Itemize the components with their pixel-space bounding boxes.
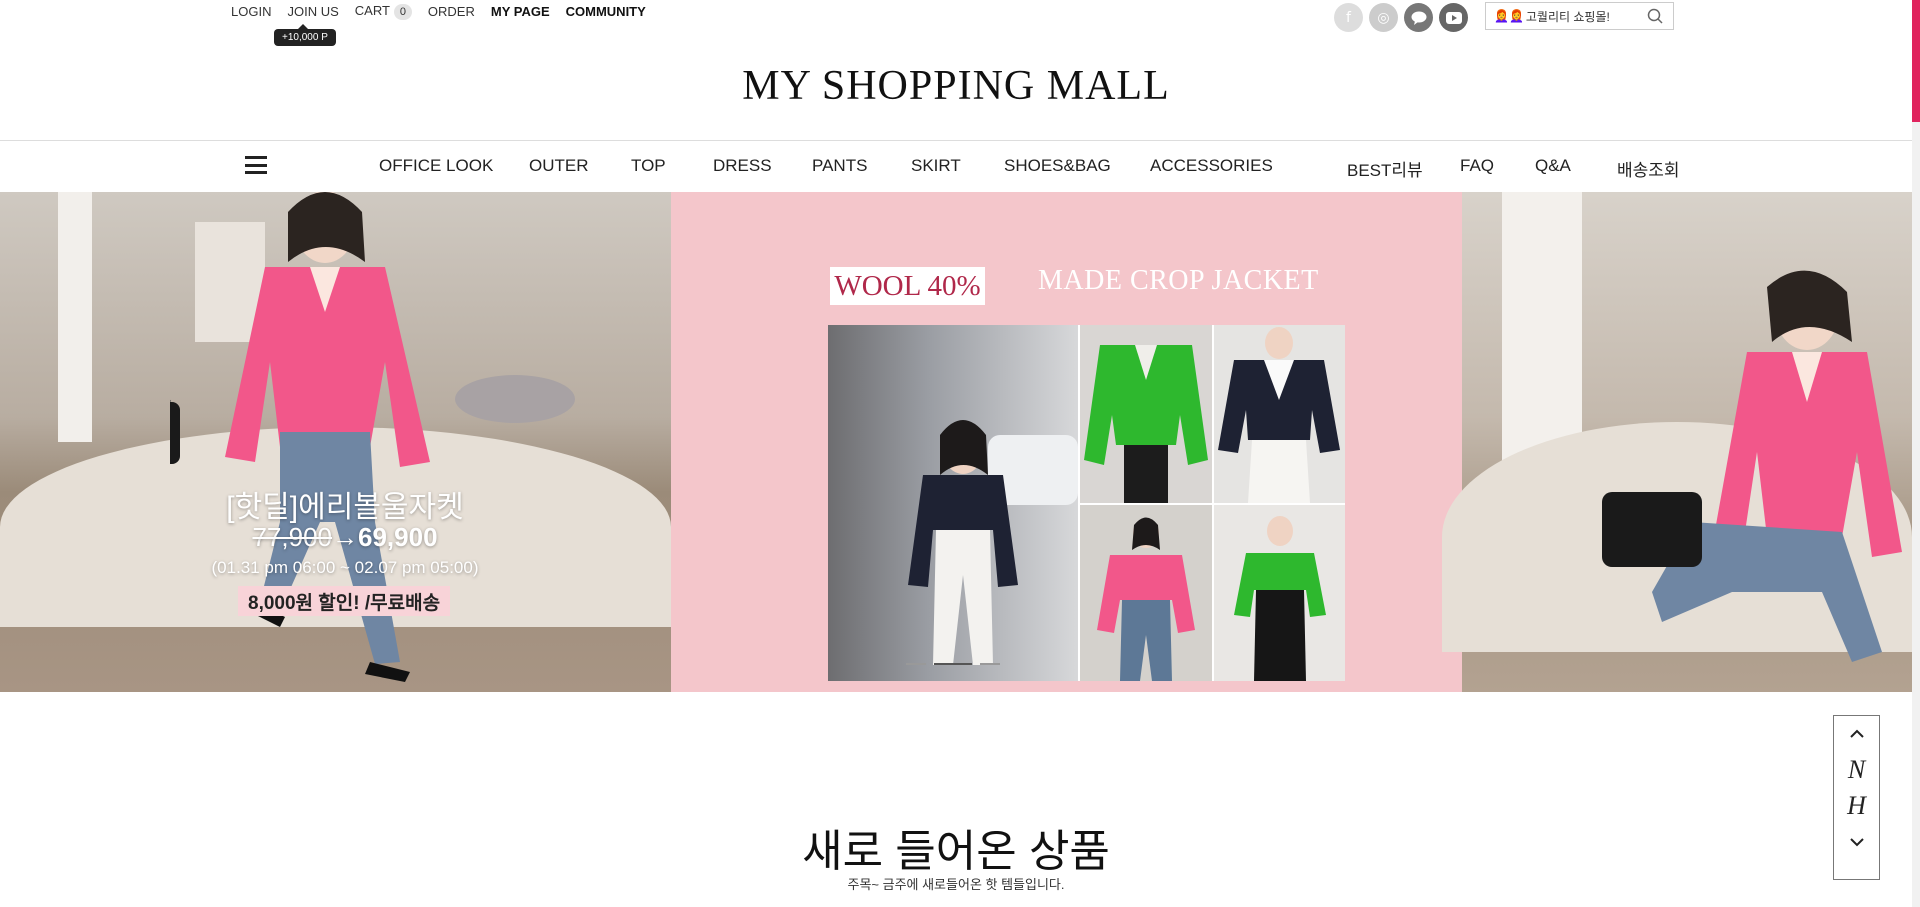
join-link[interactable]: JOIN US	[287, 4, 338, 19]
nav-outer[interactable]: OUTER	[529, 156, 589, 176]
promo-date: (01.31 pm 06:00 ~ 02.07 pm 05:00)	[211, 558, 479, 577]
carousel-dot-active[interactable]	[934, 663, 972, 665]
collage-photo-green-2	[1214, 505, 1345, 681]
page-scrollbar-thumb[interactable]	[1912, 0, 1920, 122]
section-subtitle: 주목~ 금주에 새로들어온 핫 템들입니다.	[847, 877, 1065, 892]
join-point-tooltip: +10,000 P	[274, 24, 336, 46]
site-logo[interactable]: MY SHOPPING MALL	[0, 62, 1912, 110]
nav-delivery-tracking[interactable]: 배송조회	[1617, 156, 1680, 181]
price-arrow-icon: →	[332, 522, 358, 552]
collage-photo-navy-2	[1214, 325, 1345, 503]
nav-skirt[interactable]: SKIRT	[911, 156, 961, 176]
promo-discount-badge: 8,000원 할인! /무료배송	[238, 586, 451, 616]
nav-best-review[interactable]: BEST리뷰	[1347, 156, 1423, 181]
model-figure-image	[170, 192, 430, 682]
search-box[interactable]: 👩‍🦰👩‍🦰 고퀄리티 쇼핑몰!	[1485, 2, 1674, 30]
search-icon[interactable]	[1645, 6, 1665, 26]
nav-dress[interactable]: DRESS	[713, 156, 772, 176]
nav-qna[interactable]: Q&A	[1535, 156, 1571, 176]
banner-slide-left[interactable]: [핫딜]에리볼울자켓 77,900→69,900 (01.31 pm 06:00…	[0, 192, 671, 692]
nav-accessories[interactable]: ACCESSORIES	[1150, 156, 1273, 176]
scroll-letter-n[interactable]: N	[1848, 752, 1865, 788]
cart-label: CART	[354, 3, 390, 18]
instagram-icon[interactable]: ◎	[1369, 3, 1398, 32]
scroll-top-button[interactable]	[1834, 716, 1879, 752]
wool-label: WOOL 40%	[830, 267, 985, 305]
order-link[interactable]: ORDER	[428, 4, 475, 19]
carousel-dot[interactable]	[906, 663, 926, 665]
promo-title: [핫딜]에리볼울자켓	[226, 491, 464, 524]
login-link[interactable]: LOGIN	[231, 4, 271, 19]
main-banner-carousel[interactable]: [핫딜]에리볼울자켓 77,900→69,900 (01.31 pm 06:00…	[0, 192, 1912, 692]
product-collage	[828, 325, 1345, 681]
banner-cushion	[455, 375, 575, 423]
banner-pillar	[58, 192, 92, 442]
promo-price: 77,900→69,900	[190, 522, 500, 553]
social-links: f ◎	[1334, 3, 1468, 32]
search-emoji: 👩‍🦰👩‍🦰	[1494, 9, 1524, 23]
nav-top[interactable]: TOP	[631, 156, 666, 176]
carousel-dot[interactable]	[980, 663, 1000, 665]
main-nav: OFFICE LOOK OUTER TOP DRESS PANTS SKIRT …	[0, 140, 1912, 193]
carousel-indicators	[906, 663, 1000, 665]
top-utility-bar: LOGIN JOIN US CART 0 ORDER MY PAGE COMMUN…	[231, 3, 662, 20]
mypage-link[interactable]: MY PAGE	[491, 4, 550, 19]
nav-office-look[interactable]: OFFICE LOOK	[379, 156, 493, 176]
old-price: 77,900	[252, 522, 332, 552]
banner-slide-right[interactable]	[1442, 192, 1912, 692]
new-price: 69,900	[358, 522, 438, 552]
model-figure-image-right	[1602, 270, 1902, 662]
facebook-icon[interactable]: f	[1334, 3, 1363, 32]
menu-icon[interactable]	[245, 156, 267, 174]
banner-headline: MADE CROP JACKET	[1038, 265, 1319, 296]
section-title: 새로 들어온 상품	[802, 827, 1110, 876]
collage-photo-green	[1080, 325, 1212, 503]
cart-link[interactable]: CART 0	[355, 3, 412, 20]
nav-faq[interactable]: FAQ	[1460, 156, 1494, 176]
nav-shoes-bag[interactable]: SHOES&BAG	[1004, 156, 1111, 176]
community-link[interactable]: COMMUNITY	[566, 4, 646, 19]
banner-slide-center[interactable]: WOOL 40% MADE CROP JACKET	[671, 192, 1462, 692]
collage-photo-pink	[1080, 505, 1212, 681]
collage-photo-navy	[828, 325, 1078, 681]
page-scrollbar-track[interactable]	[1912, 0, 1920, 907]
youtube-icon[interactable]	[1439, 3, 1468, 32]
cart-count-badge: 0	[393, 4, 412, 20]
chevron-up-icon	[1849, 729, 1864, 738]
kakaotalk-icon[interactable]	[1404, 3, 1433, 32]
nav-pants[interactable]: PANTS	[812, 156, 867, 176]
search-input[interactable]: 고퀄리티 쇼핑몰!	[1526, 8, 1645, 25]
